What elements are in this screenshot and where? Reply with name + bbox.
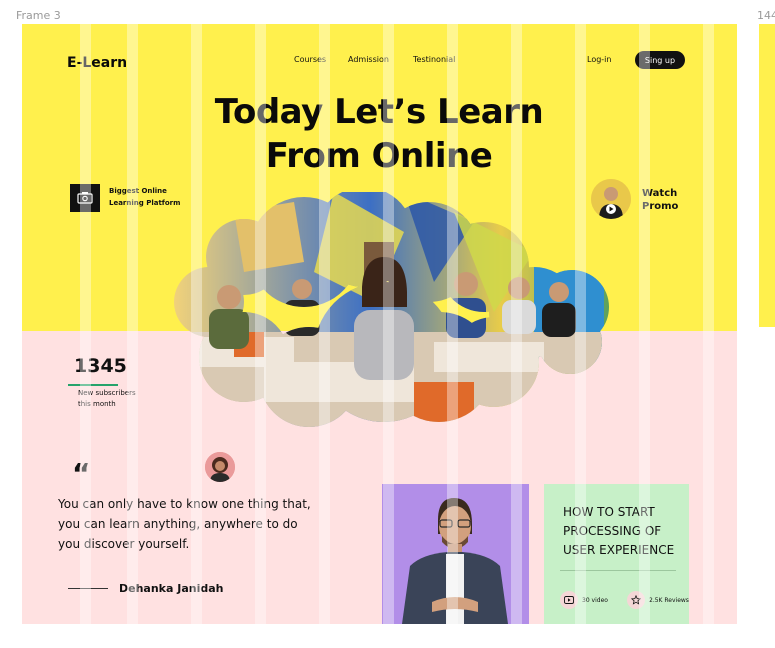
- video-count: 30 video: [582, 597, 608, 604]
- hero-title: Today Let’s Learn From Online: [182, 90, 576, 178]
- course-card[interactable]: HOW TO START PROCESSING OF USER EXPERIEN…: [544, 484, 689, 624]
- login-link[interactable]: Log-in: [587, 55, 611, 64]
- testimonial-avatar: [205, 452, 235, 482]
- subscriber-label-line-2: this month: [78, 400, 116, 408]
- course-title-line-2: PROCESSING OF: [563, 524, 662, 538]
- hero-title-line-2: From Online: [265, 136, 493, 176]
- certificate-icon: [70, 184, 100, 212]
- subscriber-count: 1345: [74, 355, 127, 377]
- quote-line-2: you can learn anything, anywhere to do: [58, 517, 298, 531]
- landing-page-frame: E-Learn Courses Admission Testinonial Lo…: [22, 24, 737, 624]
- review-count: 2.5K Reviews: [649, 597, 689, 604]
- watch-promo-link[interactable]: Watch Promo: [642, 187, 702, 213]
- hero-title-line-1: Today Let’s Learn: [214, 92, 544, 132]
- subscriber-label: New subscribers this month: [78, 388, 158, 410]
- course-title: HOW TO START PROCESSING OF USER EXPERIEN…: [563, 503, 683, 560]
- course-divider: [560, 570, 676, 571]
- promo-line-2: Promo: [642, 201, 679, 212]
- signup-button[interactable]: Sing up: [635, 51, 685, 69]
- nav-courses[interactable]: Courses: [294, 55, 326, 64]
- course-title-line-3: USER EXPERIENCE: [563, 543, 675, 557]
- instructor-photo: [382, 484, 529, 624]
- testimonial-author: Dehanka Janidah: [119, 582, 224, 595]
- author-divider: [68, 588, 108, 589]
- course-title-line-1: HOW TO START: [563, 505, 655, 519]
- testimonial-quote: You can only have to know one thing that…: [58, 494, 328, 554]
- quote-line-1: You can only have to know one thing that…: [58, 497, 311, 511]
- frame-label: Frame 3: [16, 9, 61, 22]
- subscriber-label-line-1: New subscribers: [78, 389, 136, 397]
- classroom-photo: [174, 192, 609, 427]
- adjacent-frame-edge: [759, 24, 775, 327]
- quote-icon: “: [72, 457, 91, 490]
- frame-label-right: 144: [757, 9, 775, 22]
- instructor-video-card[interactable]: [382, 484, 529, 624]
- site-logo[interactable]: E-Learn: [67, 55, 127, 71]
- nav-testimonial[interactable]: Testinonial: [413, 55, 455, 64]
- stat-divider: [68, 384, 118, 386]
- video-icon: [560, 591, 578, 609]
- promo-line-1: Watch: [642, 188, 678, 199]
- quote-line-3: you discover yourself.: [58, 537, 190, 551]
- star-icon: [627, 591, 645, 609]
- nav-admission[interactable]: Admission: [348, 55, 389, 64]
